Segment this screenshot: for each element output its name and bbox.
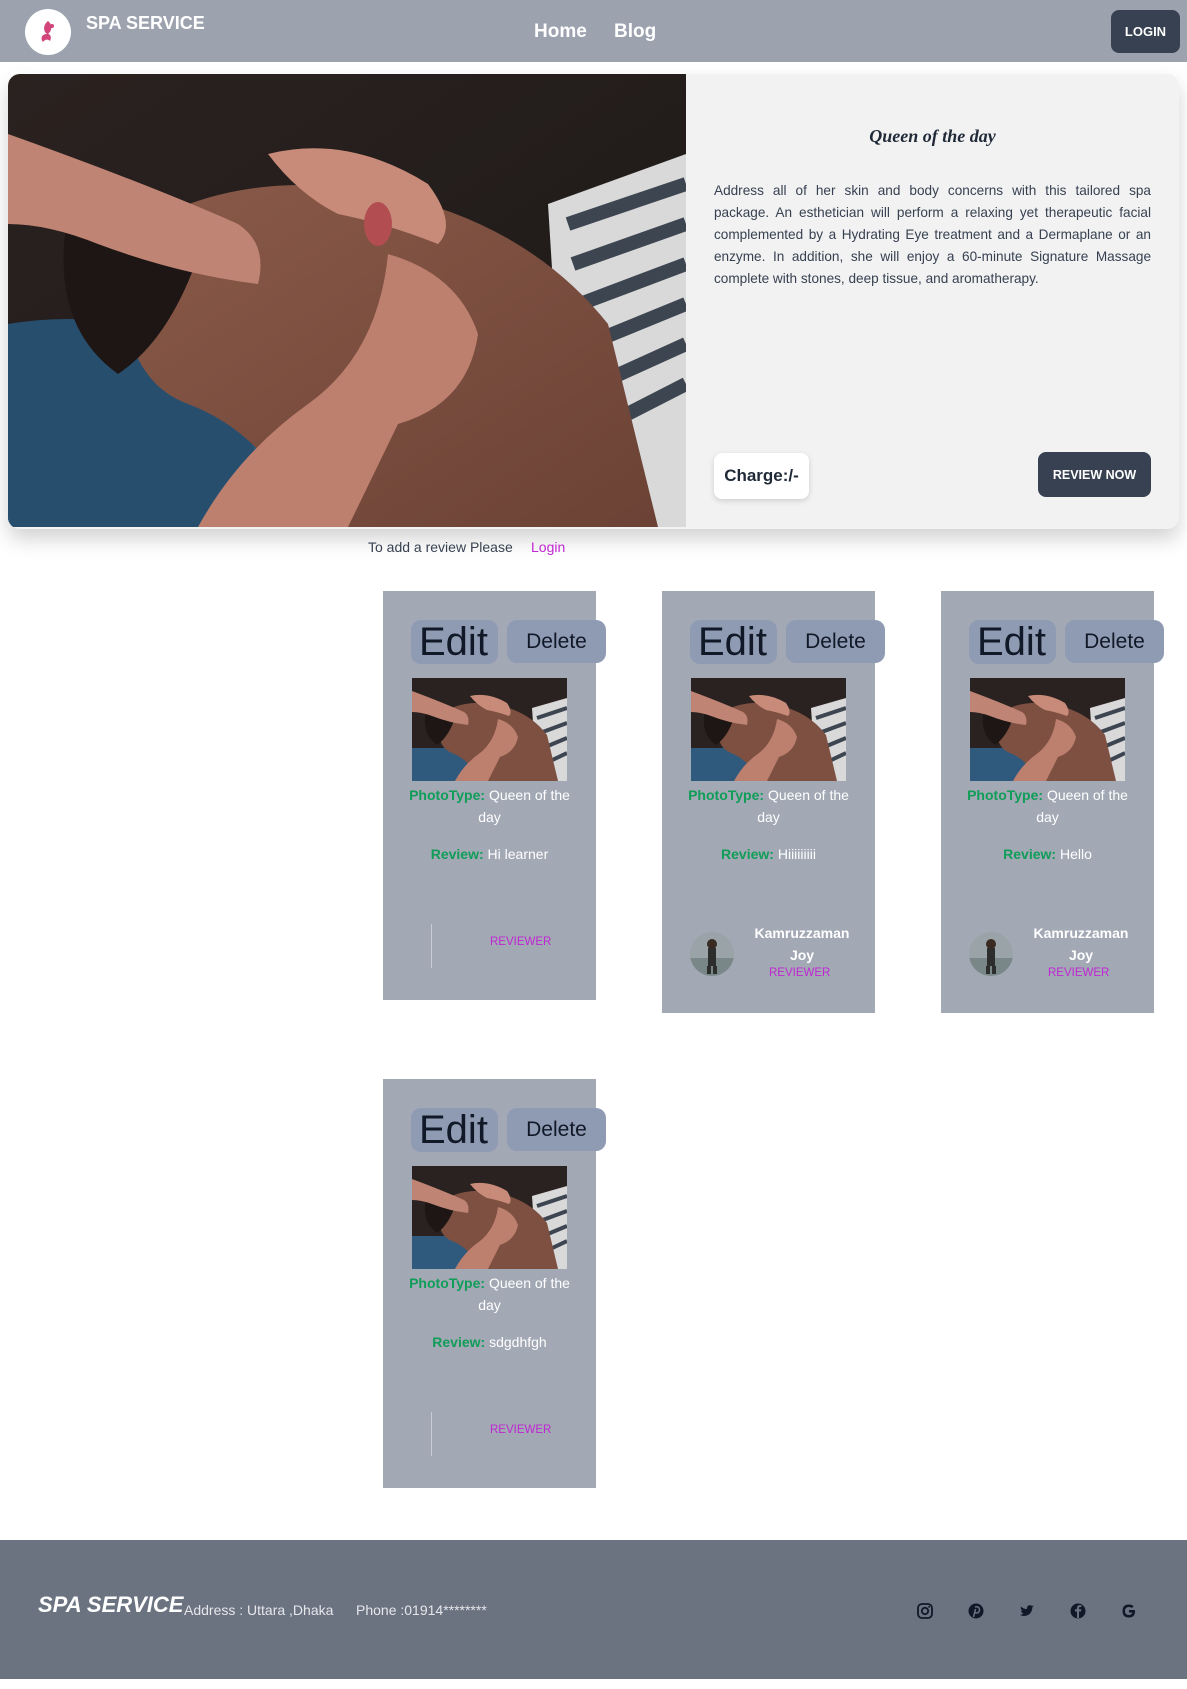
review-text: Review: Hi learner	[383, 846, 596, 862]
google-icon[interactable]	[1118, 1600, 1140, 1622]
edit-button[interactable]: Edit	[411, 1108, 498, 1152]
photo-type-value: Queen of the day	[1036, 787, 1128, 825]
spa-logo-icon	[41, 21, 54, 42]
review-label: Review:	[430, 846, 484, 862]
reviewer-avatar	[969, 932, 1013, 976]
charge-label: Charge:/-	[714, 453, 809, 499]
review-text: Review: Hiiiiiiiii	[662, 846, 875, 862]
edit-button[interactable]: Edit	[411, 620, 498, 664]
photo-type-label: PhotoType:	[409, 787, 486, 803]
reviewer-role: REVIEWER	[490, 1424, 552, 1436]
review-login-prompt: To add a review Please	[368, 539, 513, 555]
hero-image	[8, 74, 686, 527]
brand-name[interactable]: SPA SERVICE	[86, 13, 205, 34]
review-value: Hello	[1059, 846, 1092, 862]
reviewer-role: REVIEWER	[769, 967, 831, 979]
nav-link-home[interactable]: Home	[534, 21, 587, 43]
login-button[interactable]: LOGIN	[1111, 10, 1180, 53]
footer-brand: SPA SERVICE	[38, 1592, 184, 1617]
photo-type-value: Queen of the day	[478, 1275, 570, 1313]
footer-address: Address : Uttara ,Dhaka	[184, 1602, 334, 1618]
review-photo	[412, 678, 567, 781]
facebook-icon[interactable]	[1067, 1600, 1089, 1622]
pinterest-icon[interactable]	[965, 1600, 987, 1622]
reviewer-name: Kamruzzaman Joy	[754, 925, 850, 963]
reviewer-role: REVIEWER	[1048, 967, 1110, 979]
edit-button[interactable]: Edit	[969, 620, 1056, 664]
review-now-button[interactable]: REVIEW NOW	[1038, 452, 1151, 497]
review-login-link[interactable]: Login	[531, 539, 565, 555]
review-value: Hiiiiiiiii	[777, 846, 816, 862]
photo-type-label: PhotoType:	[688, 787, 765, 803]
review-card: Edit Delete PhotoType: Queen of the day …	[383, 591, 606, 1000]
service-title: Queen of the day	[869, 126, 996, 146]
delete-button[interactable]: Delete	[507, 1108, 606, 1151]
edit-button[interactable]: Edit	[690, 620, 777, 664]
review-photo	[970, 678, 1125, 781]
photo-type: PhotoType: Queen of the day	[955, 784, 1140, 828]
reviewer-name: Kamruzzaman Joy	[1033, 925, 1129, 963]
review-label: Review:	[1003, 846, 1057, 862]
reviewer-avatar-missing	[431, 1412, 473, 1456]
photo-type: PhotoType: Queen of the day	[397, 784, 582, 828]
delete-button[interactable]: Delete	[1065, 620, 1164, 663]
delete-button[interactable]: Delete	[786, 620, 885, 663]
photo-type-value: Queen of the day	[478, 787, 570, 825]
navbar: SPA SERVICE Home Blog LOGIN	[0, 0, 1187, 62]
instagram-icon[interactable]	[914, 1600, 936, 1622]
photo-type-value: Queen of the day	[757, 787, 849, 825]
reviewer-avatar-missing	[431, 924, 473, 968]
nav-link-blog[interactable]: Blog	[614, 21, 656, 43]
footer-phone: Phone :01914********	[356, 1602, 487, 1618]
review-card: Edit Delete PhotoType: Queen of the day …	[383, 1079, 606, 1488]
logo[interactable]	[25, 9, 71, 55]
delete-button[interactable]: Delete	[507, 620, 606, 663]
photo-type-label: PhotoType:	[967, 787, 1044, 803]
reviewer-role: REVIEWER	[490, 936, 552, 948]
twitter-icon[interactable]	[1016, 1600, 1038, 1622]
review-photo	[691, 678, 846, 781]
footer: SPA SERVICE Address : Uttara ,Dhaka Phon…	[0, 1540, 1187, 1679]
review-text: Review: Hello	[941, 846, 1154, 862]
review-card: Edit Delete PhotoType: Queen of the day …	[941, 591, 1164, 1013]
review-label: Review:	[721, 846, 774, 862]
photo-type: PhotoType: Queen of the day	[397, 1272, 582, 1316]
service-description: Address all of her skin and body concern…	[714, 183, 1151, 286]
review-card: Edit Delete PhotoType: Queen of the day …	[662, 591, 885, 1013]
photo-type-label: PhotoType:	[409, 1275, 486, 1291]
reviewer-avatar	[690, 932, 734, 976]
review-value: Hi learner	[487, 846, 549, 862]
service-detail-card: Queen of the day Address all of her skin…	[8, 74, 1179, 529]
review-label: Review:	[432, 1334, 486, 1350]
review-text: Review: sdgdhfgh	[383, 1334, 596, 1350]
review-photo	[412, 1166, 567, 1269]
photo-type: PhotoType: Queen of the day	[676, 784, 861, 828]
review-value: sdgdhfgh	[489, 1334, 547, 1350]
